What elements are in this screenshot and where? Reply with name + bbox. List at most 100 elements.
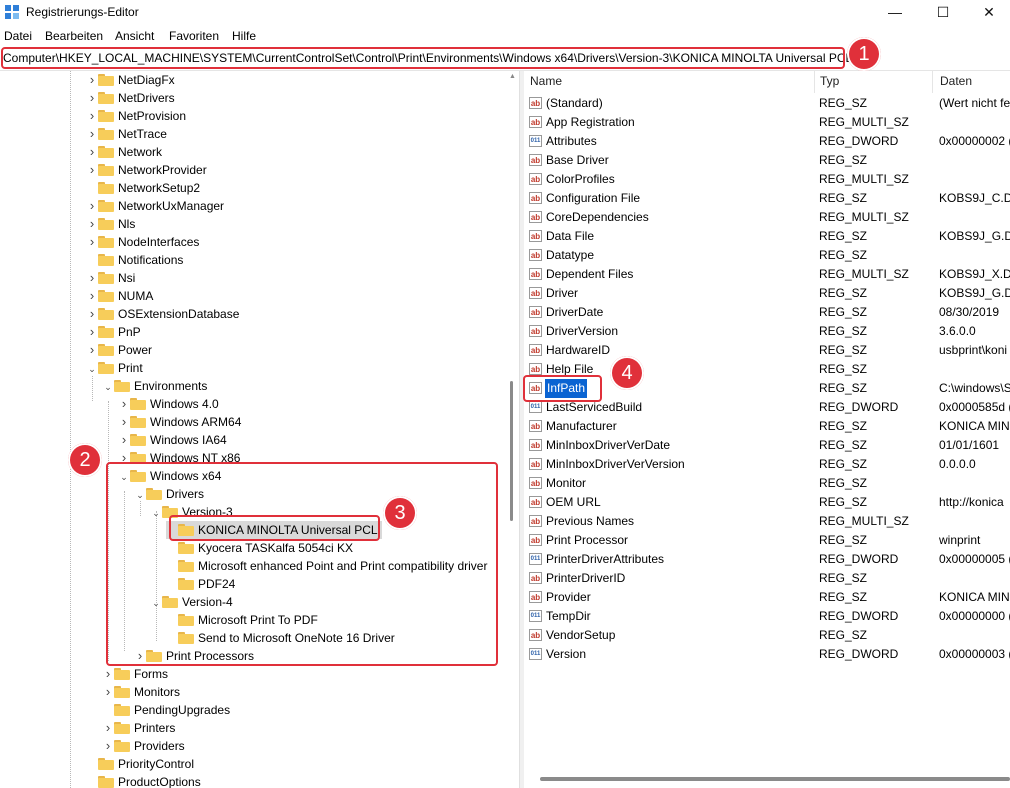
tree-node[interactable]: › NUMA — [86, 287, 154, 305]
value-row[interactable]: ab DriverVersion REG_SZ 3.6.0.0 — [524, 322, 1010, 341]
value-name[interactable]: Base Driver — [546, 151, 609, 170]
value-row[interactable]: ab Provider REG_SZ KONICA MINO — [524, 588, 1010, 607]
value-row[interactable]: ab (Standard) REG_SZ (Wert nicht fe — [524, 94, 1010, 113]
values-list[interactable]: Name Typ Daten ab (Standard) REG_SZ (Wert n… — [524, 71, 1010, 788]
value-name[interactable]: App Registration — [546, 113, 635, 132]
value-name[interactable]: Version — [546, 645, 586, 664]
tree-node[interactable]: ⌄ Environments — [102, 377, 207, 395]
value-name[interactable]: Dependent Files — [546, 265, 633, 284]
value-row[interactable]: ab Print Processor REG_SZ winprint — [524, 531, 1010, 550]
scroll-up-icon[interactable]: ▲ — [509, 73, 516, 80]
value-name[interactable]: VendorSetup — [546, 626, 615, 645]
tree-node[interactable]: › NetworkUxManager — [86, 197, 224, 215]
maximize-button[interactable]: ☐ — [920, 0, 966, 26]
tree-node[interactable]: › Monitors — [102, 683, 180, 701]
chevron-right-icon[interactable]: › — [118, 413, 130, 431]
value-name[interactable]: Provider — [546, 588, 591, 607]
value-name[interactable]: PrinterDriverID — [546, 569, 625, 588]
close-button[interactable]: ✕ — [966, 0, 1010, 26]
value-name[interactable]: Datatype — [546, 246, 594, 265]
tree-node[interactable]: › Forms — [102, 665, 168, 683]
value-row[interactable]: ab CoreDependencies REG_MULTI_SZ — [524, 208, 1010, 227]
value-name[interactable]: Previous Names — [546, 512, 634, 531]
tree-node[interactable]: › NodeInterfaces — [86, 233, 200, 251]
tree-node[interactable]: PriorityControl — [86, 755, 194, 773]
tree-node[interactable]: › Windows IA64 — [118, 431, 227, 449]
chevron-right-icon[interactable]: › — [86, 89, 98, 107]
tree-node[interactable]: › Printers — [102, 719, 176, 737]
column-header-data[interactable]: Daten — [940, 74, 972, 88]
value-row[interactable]: ab Driver REG_SZ KOBS9J_G.DLL — [524, 284, 1010, 303]
tree-node[interactable]: › Nls — [86, 215, 136, 233]
chevron-right-icon[interactable]: › — [102, 737, 114, 755]
values-horizontal-scrollbar[interactable] — [540, 777, 1010, 781]
menu-favoriten[interactable]: Favoriten — [169, 29, 219, 43]
value-row[interactable]: ab ColorProfiles REG_MULTI_SZ — [524, 170, 1010, 189]
value-row[interactable]: ab OEM URL REG_SZ http://konica — [524, 493, 1010, 512]
chevron-right-icon[interactable]: › — [86, 233, 98, 251]
menu-ansicht[interactable]: Ansicht — [115, 29, 154, 43]
value-row[interactable]: ab Monitor REG_SZ — [524, 474, 1010, 493]
tree-node[interactable]: › NetProvision — [86, 107, 186, 125]
chevron-right-icon[interactable]: › — [118, 431, 130, 449]
menu-bearbeiten[interactable]: Bearbeiten — [45, 29, 103, 43]
chevron-right-icon[interactable]: › — [86, 341, 98, 359]
tree-node[interactable]: › Windows ARM64 — [118, 413, 242, 431]
chevron-right-icon[interactable]: › — [102, 683, 114, 701]
value-name[interactable]: TempDir — [546, 607, 591, 626]
tree-node[interactable]: › OSExtensionDatabase — [86, 305, 240, 323]
chevron-right-icon[interactable]: › — [86, 143, 98, 161]
chevron-right-icon[interactable]: › — [86, 305, 98, 323]
value-row[interactable]: ab MinInboxDriverVerDate REG_SZ 01/01/1601 — [524, 436, 1010, 455]
tree-node[interactable]: ⌄ Print — [86, 359, 142, 377]
chevron-right-icon[interactable]: › — [86, 323, 98, 341]
tree-node[interactable]: › Power — [86, 341, 152, 359]
tree-node[interactable]: › PnP — [86, 323, 141, 341]
value-name[interactable]: Attributes — [546, 132, 597, 151]
value-name[interactable]: Manufacturer — [546, 417, 617, 436]
value-row[interactable]: ab Base Driver REG_SZ — [524, 151, 1010, 170]
value-row[interactable]: ab App Registration REG_MULTI_SZ — [524, 113, 1010, 132]
chevron-right-icon[interactable]: › — [86, 107, 98, 125]
value-name[interactable]: MinInboxDriverVerVersion — [546, 455, 685, 474]
menu-datei[interactable]: Datei — [4, 29, 32, 43]
value-row[interactable]: ab Manufacturer REG_SZ KONICA MINO — [524, 417, 1010, 436]
chevron-right-icon[interactable]: › — [86, 287, 98, 305]
value-name[interactable]: HardwareID — [546, 341, 610, 360]
tree-node[interactable]: PendingUpgrades — [102, 701, 230, 719]
minimize-button[interactable]: — — [872, 0, 918, 26]
column-separator[interactable] — [814, 71, 815, 93]
value-row[interactable]: ab Dependent Files REG_MULTI_SZ KOBS9J_X.DL… — [524, 265, 1010, 284]
value-name[interactable]: DriverVersion — [546, 322, 618, 341]
value-name[interactable]: Configuration File — [546, 189, 640, 208]
chevron-right-icon[interactable]: › — [86, 197, 98, 215]
value-name[interactable]: DriverDate — [546, 303, 603, 322]
value-row[interactable]: ab HardwareID REG_SZ usbprint\koni — [524, 341, 1010, 360]
tree-node[interactable]: ProductOptions — [86, 773, 201, 788]
value-name[interactable]: Print Processor — [546, 531, 628, 550]
tree-node[interactable]: › Windows 4.0 — [118, 395, 219, 413]
tree-node[interactable]: › Providers — [102, 737, 185, 755]
scrollbar-thumb[interactable] — [510, 381, 513, 521]
chevron-right-icon[interactable]: › — [102, 719, 114, 737]
value-row[interactable]: 011 TempDir REG_DWORD 0x00000000 (0 — [524, 607, 1010, 626]
tree-scrollbar[interactable]: ▲ — [509, 71, 516, 788]
column-separator[interactable] — [932, 71, 933, 93]
value-row[interactable]: 011 Version REG_DWORD 0x00000003 (3 — [524, 645, 1010, 664]
tree-node[interactable]: › Network — [86, 143, 162, 161]
chevron-right-icon[interactable]: › — [86, 269, 98, 287]
value-row[interactable]: ab PrinterDriverID REG_SZ — [524, 569, 1010, 588]
tree-node[interactable]: › NetDrivers — [86, 89, 175, 107]
value-row[interactable]: ab MinInboxDriverVerVersion REG_SZ 0.0.0.0 — [524, 455, 1010, 474]
value-name[interactable]: PrinterDriverAttributes — [546, 550, 664, 569]
column-header-type[interactable]: Typ — [820, 74, 839, 88]
tree-node[interactable]: NetworkSetup2 — [86, 179, 200, 197]
value-name[interactable]: MinInboxDriverVerDate — [546, 436, 670, 455]
tree-node[interactable]: › Nsi — [86, 269, 136, 287]
value-row[interactable]: ab Data File REG_SZ KOBS9J_G.DLL — [524, 227, 1010, 246]
value-row[interactable]: 011 PrinterDriverAttributes REG_DWORD 0x000… — [524, 550, 1010, 569]
value-row[interactable]: ab Configuration File REG_SZ KOBS9J_C.DLL — [524, 189, 1010, 208]
value-row[interactable]: ab Datatype REG_SZ — [524, 246, 1010, 265]
chevron-right-icon[interactable]: › — [86, 161, 98, 179]
value-name[interactable]: Driver — [546, 284, 578, 303]
